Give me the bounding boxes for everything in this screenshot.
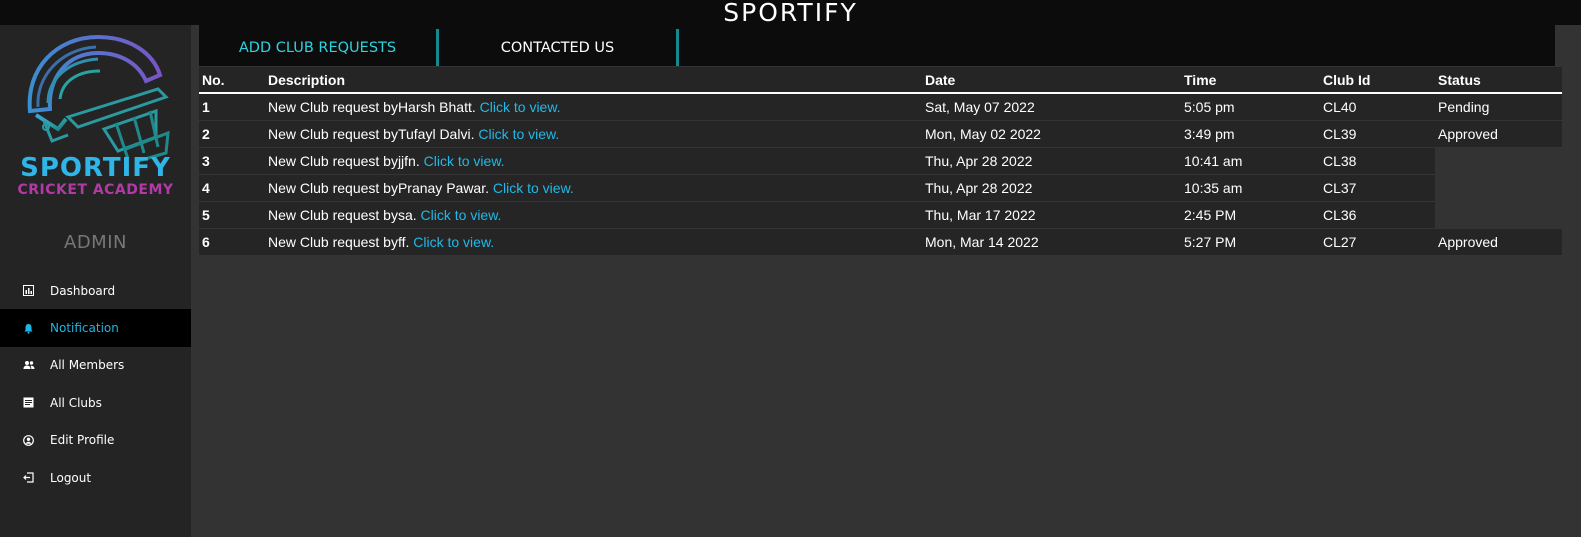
row-status: Approved bbox=[1435, 228, 1562, 256]
sidebar-item-label: All Clubs bbox=[50, 395, 102, 410]
description-text: New Club request byPranay Pawar. bbox=[268, 180, 489, 196]
view-request-link[interactable]: Click to view. bbox=[421, 207, 502, 223]
row-number: 6 bbox=[199, 228, 265, 256]
sidebar-item-label: Notification bbox=[50, 321, 119, 336]
row-date: Thu, Apr 28 2022 bbox=[922, 147, 1181, 175]
row-number: 4 bbox=[199, 174, 265, 202]
row-status bbox=[1435, 201, 1562, 229]
list-icon bbox=[22, 396, 35, 409]
table-row: 5 New Club request bysa. Click to view. … bbox=[199, 201, 1562, 229]
row-club-id: CL38 bbox=[1320, 147, 1435, 175]
sidebar-item-label: All Members bbox=[50, 358, 125, 373]
logo-subtitle-text: CRICKET ACADEMY bbox=[17, 182, 174, 198]
description-text: New Club request byjjfn. bbox=[268, 153, 420, 169]
row-description: New Club request byHarsh Bhatt. Click to… bbox=[265, 93, 922, 121]
column-header-time: Time bbox=[1181, 67, 1320, 94]
description-text: New Club request byTufayl Dalvi. bbox=[268, 126, 475, 142]
sidebar-item-edit-profile[interactable]: Edit Profile bbox=[0, 422, 191, 459]
row-time: 5:05 pm bbox=[1181, 93, 1320, 121]
column-header-description: Description bbox=[265, 67, 922, 94]
row-description: New Club request byPranay Pawar. Click t… bbox=[265, 174, 922, 202]
description-text: New Club request bysa. bbox=[268, 207, 417, 223]
role-label: ADMIN bbox=[64, 232, 127, 253]
sidebar-item-all-members[interactable]: All Members bbox=[0, 347, 191, 384]
tab-contacted-us[interactable]: CONTACTED US bbox=[439, 29, 679, 66]
dashboard-icon bbox=[22, 284, 35, 297]
row-club-id: CL36 bbox=[1320, 201, 1435, 229]
top-header: SPORTIFY bbox=[0, 0, 1581, 25]
row-time: 10:41 am bbox=[1181, 147, 1320, 175]
logo-brand-text: SPORTIFY bbox=[20, 153, 171, 183]
row-date: Mon, May 02 2022 bbox=[922, 120, 1181, 148]
column-header-no: No. bbox=[199, 67, 265, 94]
app-title: SPORTIFY bbox=[723, 0, 858, 27]
view-request-link[interactable]: Click to view. bbox=[480, 99, 561, 115]
club-requests-table: No. Description Date Time Club Id Status… bbox=[199, 67, 1562, 256]
row-date: Thu, Mar 17 2022 bbox=[922, 201, 1181, 229]
tab-add-club-requests[interactable]: ADD CLUB REQUESTS bbox=[199, 29, 439, 66]
view-request-link[interactable]: Click to view. bbox=[493, 180, 574, 196]
bell-icon bbox=[22, 322, 35, 335]
row-description: New Club request byTufayl Dalvi. Click t… bbox=[265, 120, 922, 148]
row-date: Thu, Apr 28 2022 bbox=[922, 174, 1181, 202]
row-description: New Club request byff. Click to view. bbox=[265, 228, 922, 256]
table-row: 2 New Club request byTufayl Dalvi. Click… bbox=[199, 120, 1562, 148]
view-request-link[interactable]: Click to view. bbox=[413, 234, 494, 250]
logout-icon bbox=[22, 471, 35, 484]
row-number: 2 bbox=[199, 120, 265, 148]
description-text: New Club request byHarsh Bhatt. bbox=[268, 99, 476, 115]
row-number: 1 bbox=[199, 93, 265, 121]
row-club-id: CL39 bbox=[1320, 120, 1435, 148]
column-header-club-id: Club Id bbox=[1320, 67, 1435, 94]
row-status: Approved bbox=[1435, 120, 1562, 148]
row-time: 2:45 PM bbox=[1181, 201, 1320, 229]
row-club-id: CL40 bbox=[1320, 93, 1435, 121]
users-icon bbox=[22, 359, 35, 372]
column-header-date: Date bbox=[922, 67, 1181, 94]
user-circle-icon bbox=[22, 434, 35, 447]
description-text: New Club request byff. bbox=[268, 234, 410, 250]
row-time: 5:27 PM bbox=[1181, 228, 1320, 256]
row-number: 5 bbox=[199, 201, 265, 229]
view-request-link[interactable]: Click to view. bbox=[424, 153, 505, 169]
row-time: 3:49 pm bbox=[1181, 120, 1320, 148]
sidebar-item-all-clubs[interactable]: All Clubs bbox=[0, 384, 191, 421]
table-row: 3 New Club request byjjfn. Click to view… bbox=[199, 147, 1562, 175]
sidebar-item-label: Edit Profile bbox=[50, 433, 115, 448]
table-row: 1 New Club request byHarsh Bhatt. Click … bbox=[199, 93, 1562, 121]
row-status bbox=[1435, 174, 1562, 202]
row-time: 10:35 am bbox=[1181, 174, 1320, 202]
sidebar-nav: Dashboard Notification All Members All C… bbox=[0, 272, 191, 496]
column-header-status: Status bbox=[1435, 67, 1562, 94]
row-club-id: CL27 bbox=[1320, 228, 1435, 256]
row-club-id: CL37 bbox=[1320, 174, 1435, 202]
table-row: 4 New Club request byPranay Pawar. Click… bbox=[199, 174, 1562, 202]
table-header-row: No. Description Date Time Club Id Status bbox=[199, 67, 1562, 94]
sidebar-item-label: Dashboard bbox=[50, 283, 116, 298]
table-row: 6 New Club request byff. Click to view. … bbox=[199, 228, 1562, 256]
sidebar: SPORTIFY CRICKET ACADEMY ADMIN Dashboard… bbox=[0, 25, 191, 537]
row-status: Pending bbox=[1435, 93, 1562, 121]
row-description: New Club request bysa. Click to view. bbox=[265, 201, 922, 229]
sidebar-item-notification[interactable]: Notification bbox=[0, 309, 191, 347]
sidebar-item-logout[interactable]: Logout bbox=[0, 459, 191, 496]
row-date: Sat, May 07 2022 bbox=[922, 93, 1181, 121]
row-status bbox=[1435, 147, 1562, 175]
view-request-link[interactable]: Click to view. bbox=[478, 126, 559, 142]
tab-bar: ADD CLUB REQUESTS CONTACTED US bbox=[199, 25, 1555, 66]
row-date: Mon, Mar 14 2022 bbox=[922, 228, 1181, 256]
sidebar-item-label: Logout bbox=[50, 470, 92, 485]
row-description: New Club request byjjfn. Click to view. bbox=[265, 147, 922, 175]
row-number: 3 bbox=[199, 147, 265, 175]
sidebar-item-dashboard[interactable]: Dashboard bbox=[0, 272, 191, 309]
